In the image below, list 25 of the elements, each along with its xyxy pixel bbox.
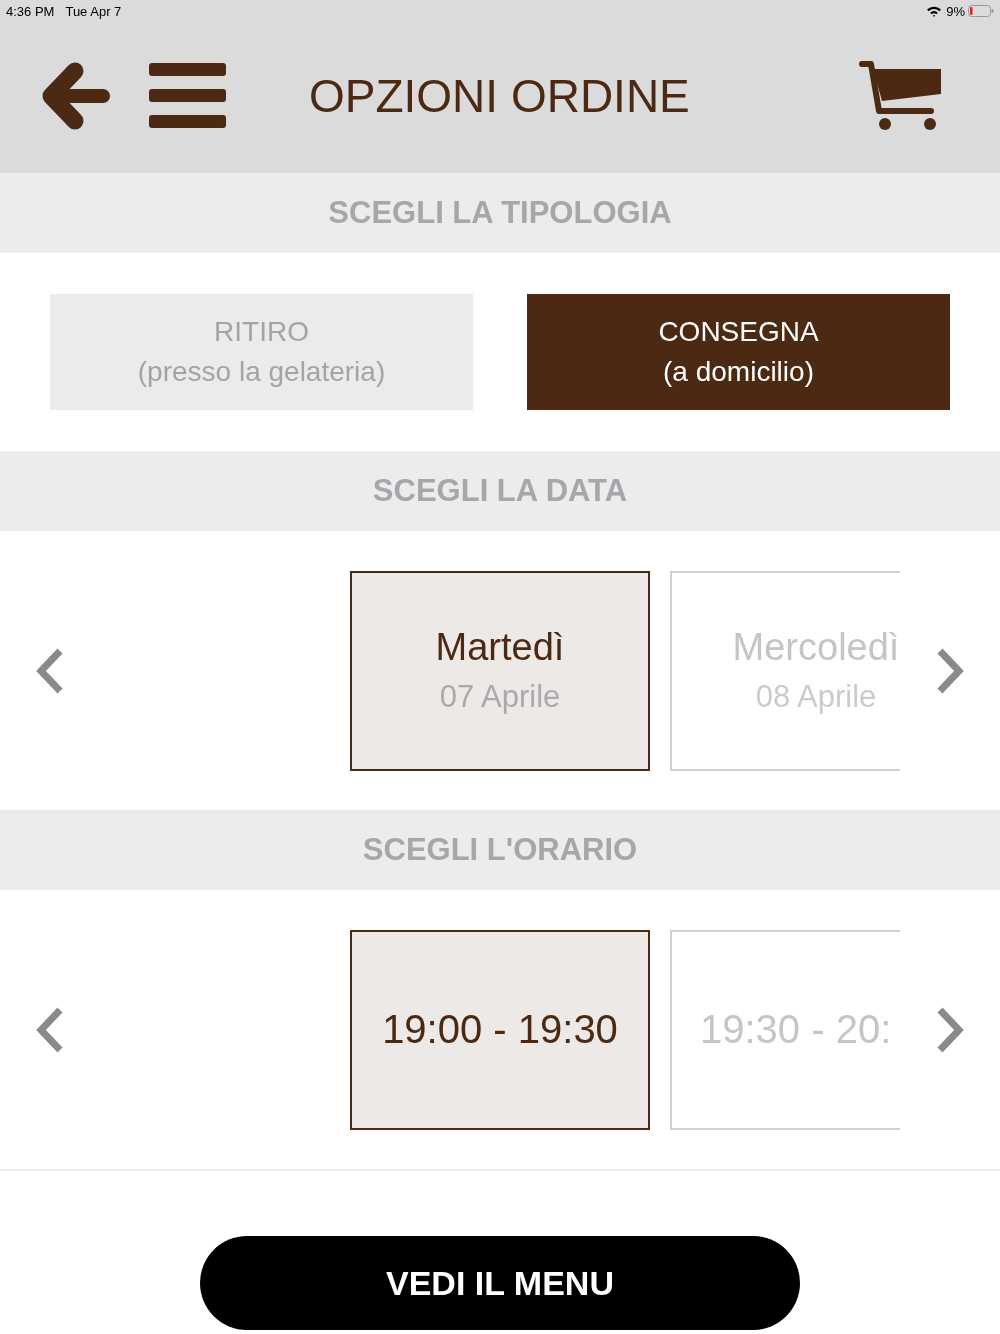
next-button[interactable] xyxy=(935,1005,966,1054)
status-time: 4:36 PM xyxy=(6,3,55,19)
section-heading: SCEGLI LA DATA xyxy=(0,451,1000,531)
previous-button[interactable] xyxy=(34,646,65,695)
view-menu-button[interactable]: VEDI IL MENU xyxy=(200,1236,800,1330)
cart-button[interactable] xyxy=(859,60,943,131)
section-heading: SCEGLI L'ORARIO xyxy=(0,810,1000,890)
date-card[interactable]: Martedì 07 Aprile xyxy=(350,570,650,771)
chevron-left-icon xyxy=(34,1005,65,1054)
battery-icon xyxy=(968,5,994,17)
time-slot-card[interactable]: 19:00 - 19:30 xyxy=(350,929,650,1130)
chevron-left-icon xyxy=(34,646,65,695)
status-date: Tue Apr 7 xyxy=(65,3,122,19)
next-button[interactable] xyxy=(935,646,966,695)
chevron-right-icon xyxy=(935,646,966,695)
order-type-option[interactable]: CONSEGNA (a domicilio) xyxy=(527,294,950,410)
previous-button[interactable] xyxy=(34,1005,65,1054)
menu-icon xyxy=(149,63,226,128)
battery-percentage: 9% xyxy=(946,3,965,19)
section-heading: SCEGLI LA TIPOLOGIA xyxy=(0,173,1000,253)
menu-button[interactable] xyxy=(149,63,226,128)
chevron-right-icon xyxy=(935,1005,966,1054)
cart-icon xyxy=(859,60,943,131)
wifi-icon xyxy=(927,5,942,17)
page-title: OPZIONI ORDINE xyxy=(309,68,690,123)
